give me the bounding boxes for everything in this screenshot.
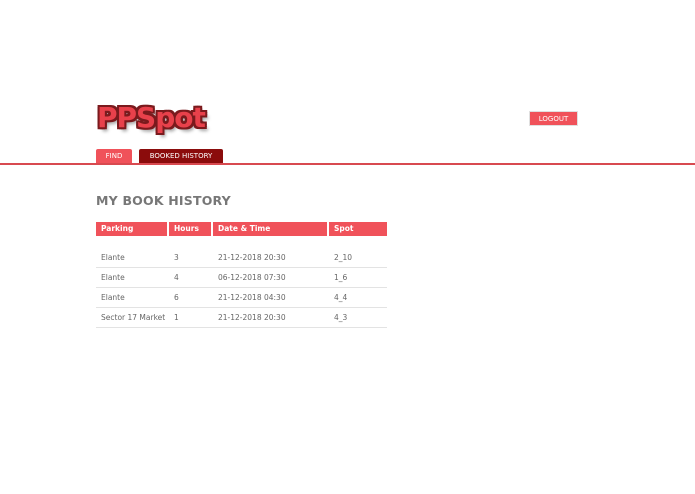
cell-parking: Elante xyxy=(101,293,125,302)
table-row: Elante 3 21-12-2018 20:30 2_10 xyxy=(96,248,387,268)
column-header-parking: Parking xyxy=(96,222,169,236)
tab-booked-history[interactable]: BOOKED HISTORY xyxy=(139,149,223,163)
logout-button[interactable]: LOGOUT xyxy=(529,111,578,126)
cell-parking: Sector 17 Market xyxy=(101,313,166,322)
cell-hours: 4 xyxy=(174,273,179,282)
cell-spot: 2_10 xyxy=(334,253,353,262)
page-title: MY BOOK HISTORY xyxy=(96,193,231,208)
table-row: Sector 17 Market 1 21-12-2018 20:30 4_3 xyxy=(96,308,387,328)
cell-spot: 1_6 xyxy=(334,273,348,282)
column-header-hours: Hours xyxy=(169,222,213,236)
table-header: Parking Hours Date & Time Spot xyxy=(96,222,387,236)
tab-find[interactable]: FIND xyxy=(96,149,132,163)
booking-history-table: Parking Hours Date & Time Spot Elante 3 … xyxy=(96,222,387,328)
page: PPSpot LOGOUT FIND BOOKED HISTORY MY BOO… xyxy=(0,0,695,494)
cell-date-time: 21-12-2018 20:30 xyxy=(218,253,286,262)
cell-spot: 4_3 xyxy=(334,313,348,322)
cell-spot: 4_4 xyxy=(334,293,348,302)
cell-hours: 6 xyxy=(174,293,179,302)
table-body: Elante 3 21-12-2018 20:30 2_10 Elante 4 … xyxy=(96,248,387,328)
cell-date-time: 21-12-2018 04:30 xyxy=(218,293,286,302)
cell-parking: Elante xyxy=(101,273,125,282)
cell-parking: Elante xyxy=(101,253,125,262)
cell-date-time: 06-12-2018 07:30 xyxy=(218,273,286,282)
cell-date-time: 21-12-2018 20:30 xyxy=(218,313,286,322)
cell-hours: 1 xyxy=(174,313,179,322)
table-row: Elante 6 21-12-2018 04:30 4_4 xyxy=(96,288,387,308)
column-header-spot: Spot xyxy=(329,222,387,236)
table-row: Elante 4 06-12-2018 07:30 1_6 xyxy=(96,268,387,288)
brand-logo[interactable]: PPSpot xyxy=(97,100,206,136)
cell-hours: 3 xyxy=(174,253,179,262)
nav-divider xyxy=(0,163,695,165)
column-header-date-time: Date & Time xyxy=(213,222,329,236)
